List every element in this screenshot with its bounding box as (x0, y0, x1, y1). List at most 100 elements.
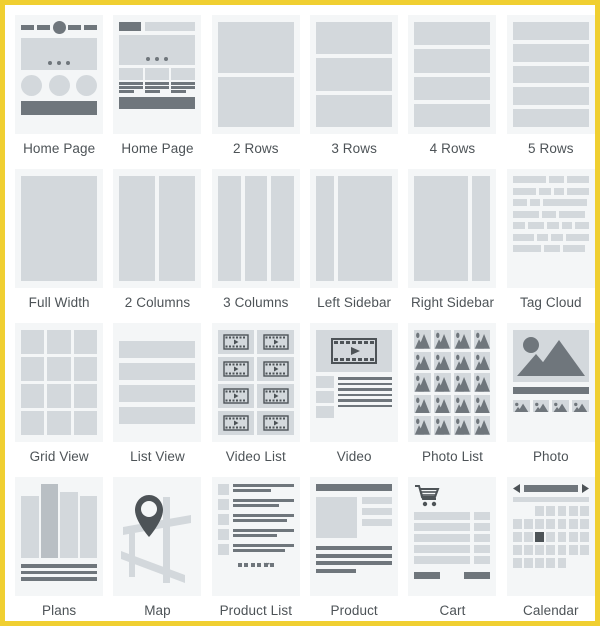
cart-price-bar (474, 534, 491, 542)
list-row (119, 363, 196, 380)
product-detail-layout-icon (310, 477, 399, 596)
calendar-day[interactable] (535, 531, 544, 543)
template-card-product-list[interactable]: ••• Product List (207, 472, 305, 626)
template-card-photo[interactable]: Photo (502, 318, 600, 472)
product-line (232, 504, 279, 507)
photo-thumbnail (453, 394, 471, 414)
template-card-cart[interactable]: Cart (403, 472, 501, 626)
calendar-day[interactable] (512, 518, 522, 530)
calendar-day[interactable] (568, 544, 578, 556)
template-card-five-rows[interactable]: 5 Rows (502, 10, 600, 164)
template-card-map[interactable]: Map (108, 472, 206, 626)
template-card-video[interactable]: Video (305, 318, 403, 472)
calendar-day[interactable] (580, 531, 589, 543)
calendar-day[interactable] (535, 506, 544, 517)
template-card-three-columns[interactable]: 3 Columns (207, 164, 305, 318)
template-card-home-page-1[interactable]: Home Page (10, 10, 108, 164)
template-card-three-rows[interactable]: 3 Rows (305, 10, 403, 164)
tag-pill (562, 245, 585, 252)
template-card-grid-view[interactable]: Grid View (10, 318, 108, 472)
cart-button[interactable] (414, 572, 441, 579)
template-card-four-rows[interactable]: 4 Rows (403, 10, 501, 164)
calendar-day[interactable] (546, 557, 556, 568)
grid-cell (47, 357, 71, 381)
calendar-day[interactable] (535, 544, 544, 556)
calendar-day[interactable] (546, 506, 556, 517)
video-list-layout-icon (211, 323, 300, 442)
calendar-day[interactable] (557, 506, 567, 517)
product-text (232, 499, 294, 507)
calendar-day[interactable] (546, 518, 556, 530)
calendar-day[interactable] (557, 518, 567, 530)
product-thumbnail (217, 499, 229, 510)
template-card-tag-cloud[interactable]: Tag Cloud (502, 164, 600, 318)
video-thumbnail (217, 384, 255, 408)
cart-row (414, 545, 491, 553)
template-card-two-rows[interactable]: 2 Rows (207, 10, 305, 164)
pagination-dot[interactable] (237, 563, 242, 567)
pagination-dot[interactable] (244, 563, 249, 567)
template-label: Right Sidebar (410, 295, 495, 310)
cart-button[interactable] (464, 572, 491, 579)
cart-item-bar (414, 556, 471, 564)
calendar-day[interactable] (524, 531, 533, 543)
photo-strip-thumbnail (512, 400, 530, 412)
cart-row (414, 512, 491, 520)
product-line (232, 544, 294, 547)
calendar-day[interactable] (512, 557, 522, 568)
tag-pill (554, 187, 565, 195)
template-card-home-page-2[interactable]: Home Page (108, 10, 206, 164)
full-width-layout-icon (15, 169, 104, 288)
calendar-day[interactable] (535, 518, 544, 530)
pagination-dot[interactable] (270, 563, 275, 567)
pagination-dot[interactable] (250, 563, 255, 567)
pagination-dot[interactable] (257, 563, 262, 567)
grid-cell (21, 330, 45, 354)
calendar-day[interactable] (580, 506, 589, 517)
tag-pill (565, 233, 589, 241)
template-card-photo-list[interactable]: Photo List (403, 318, 501, 472)
template-label: Map (144, 603, 171, 618)
template-card-right-sidebar[interactable]: Right Sidebar (403, 164, 501, 318)
list-row (119, 407, 196, 424)
template-label: Product (330, 603, 378, 618)
photo-list-layout-icon (408, 323, 497, 442)
calendar-day[interactable] (568, 518, 578, 530)
template-card-plans[interactable]: Plans (10, 472, 108, 626)
calendar-day[interactable] (512, 531, 522, 543)
template-card-full-width[interactable]: Full Width (10, 164, 108, 318)
template-card-list-view[interactable]: List View (108, 318, 206, 472)
template-card-product[interactable]: Product (305, 472, 403, 626)
calendar-day[interactable] (524, 544, 533, 556)
calendar-day[interactable] (580, 518, 589, 530)
tag-pill (539, 187, 552, 195)
calendar-day[interactable] (535, 557, 544, 568)
calendar-day[interactable] (557, 531, 567, 543)
calendar-day[interactable] (524, 557, 533, 568)
tag-row (512, 176, 589, 183)
calendar-day[interactable] (580, 544, 589, 556)
calendar-day[interactable] (546, 531, 556, 543)
calendar-day[interactable] (557, 544, 567, 556)
product-text (232, 484, 294, 492)
video-player-layout-icon (310, 323, 399, 442)
calendar-layout-icon (506, 477, 595, 596)
template-card-video-list[interactable]: Video List (207, 318, 305, 472)
calendar-day[interactable] (512, 544, 522, 556)
template-card-two-columns[interactable]: 2 Columns (108, 164, 206, 318)
cart-item-bar (414, 534, 471, 542)
cart-item-bar (414, 512, 471, 520)
template-grid: Home Page Home Page 2 Rows 3 Rows 4 Rows… (10, 10, 600, 626)
calendar-day[interactable] (557, 557, 567, 568)
template-card-calendar[interactable]: Calendar (502, 472, 600, 626)
calendar-blank (524, 506, 533, 516)
calendar-day[interactable] (568, 531, 578, 543)
calendar-day[interactable] (568, 506, 578, 517)
template-card-left-sidebar[interactable]: Left Sidebar (305, 164, 403, 318)
template-label: Photo (532, 449, 569, 464)
calendar-day[interactable] (524, 518, 533, 530)
template-gallery: Home Page Home Page 2 Rows 3 Rows 4 Rows… (0, 0, 600, 626)
tag-pill (558, 210, 585, 218)
calendar-day[interactable] (546, 544, 556, 556)
photo-thumbnail (434, 373, 451, 392)
